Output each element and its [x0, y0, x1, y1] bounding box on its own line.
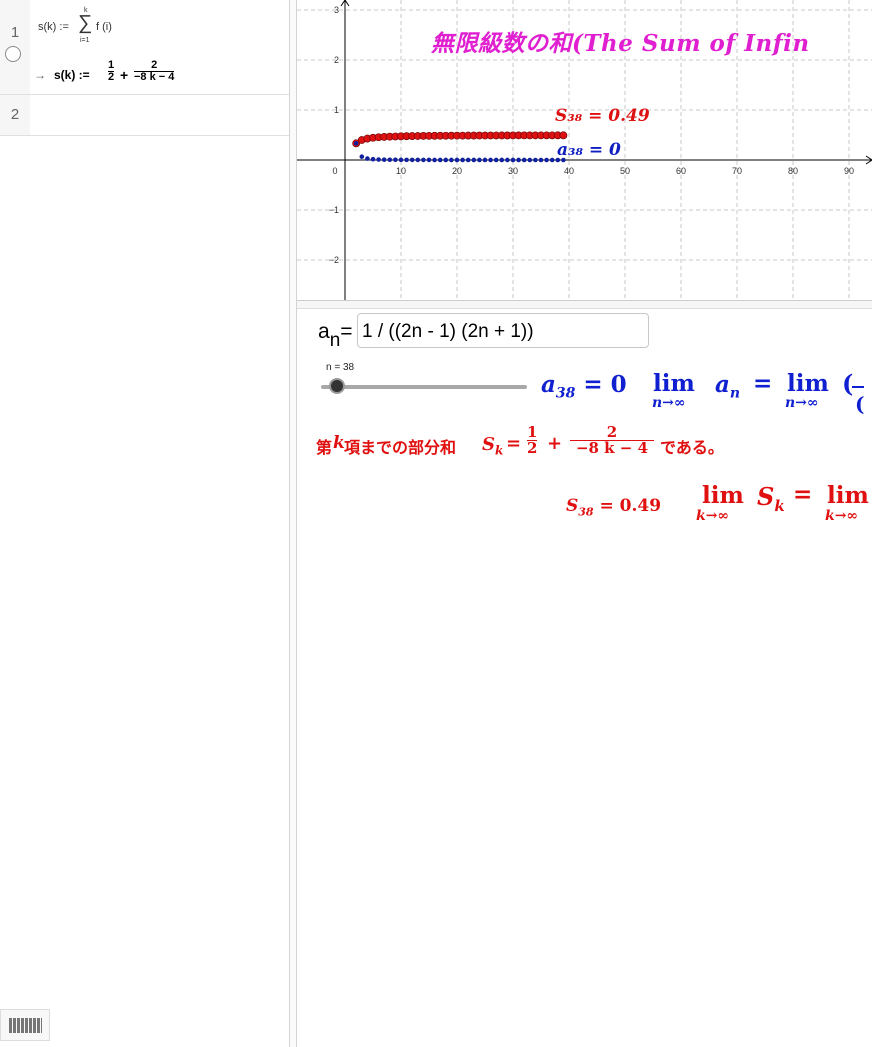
term-point — [421, 157, 426, 163]
sum-body: f (i) — [96, 21, 112, 33]
output-fraction-1: 12 — [108, 59, 115, 83]
term-point — [549, 157, 555, 163]
partial-sums-series — [352, 131, 568, 148]
sigma-icon: ∑ — [78, 12, 93, 34]
term-point — [409, 157, 415, 163]
term-point — [544, 157, 549, 163]
x-tick-label: 30 — [508, 166, 518, 176]
view-splitter[interactable] — [289, 0, 297, 1047]
output-plus: + — [120, 67, 129, 83]
x-tick-label: 40 — [564, 166, 574, 176]
x-tick-label: 50 — [620, 166, 630, 176]
term-point — [393, 157, 398, 163]
term-point — [415, 157, 421, 163]
an-input-field[interactable]: 1 / ((2n - 1) (2n + 1)) — [357, 313, 649, 348]
term-point — [426, 157, 432, 163]
term-point — [477, 157, 482, 163]
output-lhs: s(k) := — [54, 68, 90, 82]
graph-title: 無限級数の和(The Sum of Infin — [431, 30, 810, 57]
a-value-text: a38 = 0 — [541, 371, 627, 402]
term-point — [465, 157, 471, 163]
x-tick-label: 60 — [676, 166, 686, 176]
slider-handle[interactable] — [329, 378, 346, 394]
term-point — [432, 157, 437, 163]
slider-track[interactable] — [321, 385, 527, 389]
term-point — [443, 157, 449, 163]
partial-sum-point — [559, 131, 568, 140]
partial-sum-label: S₃₈ = 0.49 — [555, 106, 650, 126]
x-tick-label: 70 — [732, 166, 742, 176]
graph-panel-divider — [297, 300, 872, 309]
x-tick-label: 90 — [844, 166, 854, 176]
term-point — [482, 157, 488, 163]
term-point — [387, 157, 393, 163]
term-point — [505, 157, 510, 163]
term-point — [398, 157, 404, 163]
keyboard-toggle-button[interactable] — [0, 1009, 50, 1041]
term-point — [488, 157, 493, 163]
y-tick-label: −2 — [329, 255, 339, 265]
algebra-row-2[interactable]: 2 — [0, 95, 289, 136]
sum-lower-limit: i=1 — [80, 37, 90, 44]
term-point — [454, 157, 460, 163]
term-point — [516, 157, 521, 163]
row-number: 2 — [0, 95, 30, 135]
term-point — [359, 154, 365, 159]
n-slider[interactable] — [321, 376, 527, 398]
graphics-view: 0 10 20 30 40 50 60 70 80 90 3 2 1 −1 −2 無限級数の和(The Su… — [297, 0, 872, 1047]
term-point — [499, 157, 505, 163]
visibility-toggle-icon[interactable] — [5, 46, 21, 62]
term-point — [365, 156, 370, 161]
y-tick-label: 3 — [334, 5, 339, 15]
term-label: a₃₈ = 0 — [557, 140, 621, 160]
term-point — [404, 157, 409, 163]
term-point — [437, 157, 443, 163]
keyboard-icon — [9, 1018, 42, 1033]
algebra-row-1[interactable]: 1 s(k) := k ∑ i=1 f (i) → s(k) := 12 + 2… — [0, 0, 289, 95]
y-tick-label: 2 — [334, 55, 339, 65]
term-point — [538, 157, 544, 163]
term-point — [493, 157, 499, 163]
y-tick-label: −1 — [329, 205, 339, 215]
term-point — [527, 157, 533, 163]
term-point — [370, 156, 376, 162]
row-number: 1 — [0, 0, 30, 94]
definition-lhs: s(k) := — [38, 21, 69, 33]
algebra-view: 1 s(k) := k ∑ i=1 f (i) → s(k) := 12 + 2… — [0, 0, 289, 1047]
x-tick-label: 20 — [452, 166, 462, 176]
terms-series — [353, 141, 566, 163]
s38-value: S38 = 0.49 — [566, 496, 662, 519]
output-arrow-icon: → — [34, 68, 46, 82]
x-tick-label: 10 — [396, 166, 406, 176]
output-fraction-2: 2 −8 k − 4 — [134, 59, 175, 83]
term-point — [381, 157, 387, 162]
y-tick-label: 1 — [334, 105, 339, 115]
algebra-input[interactable] — [30, 95, 289, 135]
term-point — [449, 157, 454, 163]
term-point — [460, 157, 465, 163]
term-point — [376, 157, 381, 162]
slider-label: n = 38 — [326, 362, 355, 373]
term-point — [521, 157, 527, 163]
term-point — [533, 157, 538, 163]
x-tick-label: 0 — [332, 166, 337, 176]
x-tick-label: 80 — [788, 166, 798, 176]
term-point — [510, 157, 516, 163]
partial-sum-sentence: 第 k 項までの部分和 Sk = 12 + 2 −8 k − 4 である。 — [316, 423, 724, 458]
term-point — [471, 157, 477, 163]
term-point — [353, 141, 359, 146]
an-input-label: an= — [318, 320, 353, 351]
